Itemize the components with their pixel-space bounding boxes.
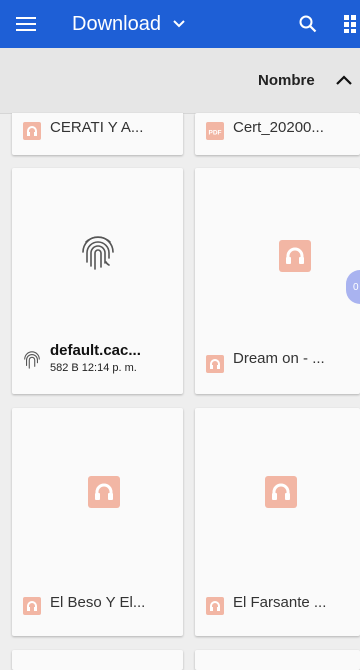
file-card[interactable]: [195, 650, 360, 670]
grid-view-icon[interactable]: [344, 14, 360, 34]
folder-selector[interactable]: Download: [72, 0, 185, 48]
audio-file-icon: [206, 597, 224, 615]
file-name: CERATI Y A...: [50, 119, 144, 136]
sort-by-button[interactable]: Nombre: [258, 72, 315, 89]
headphones-icon: [88, 476, 120, 508]
fast-scroll-label: 0: [353, 281, 359, 293]
headphones-icon: [265, 476, 297, 508]
pdf-file-icon: PDF: [206, 122, 224, 140]
audio-file-icon: [23, 597, 41, 615]
file-card[interactable]: CERATI Y A...: [12, 113, 183, 155]
fingerprint-icon: [81, 236, 114, 270]
file-name: Cert_20200...: [233, 119, 324, 136]
chevron-up-icon[interactable]: [336, 72, 360, 92]
file-card[interactable]: [12, 650, 183, 670]
file-name: Dream on - ...: [233, 350, 325, 367]
file-meta: 582 B 12:14 p. m.: [50, 362, 137, 374]
hamburger-menu-icon[interactable]: [12, 10, 40, 38]
audio-file-icon: [206, 355, 224, 373]
audio-file-icon: [23, 122, 41, 140]
file-name: El Farsante ...: [233, 594, 327, 611]
page-title: Download: [72, 12, 161, 35]
file-card[interactable]: El Beso Y El...: [12, 408, 183, 636]
headphones-icon: [279, 240, 311, 272]
file-card[interactable]: Dream on - ...: [195, 168, 360, 394]
sort-bar: Nombre: [0, 48, 360, 114]
file-card[interactable]: PDF Cert_20200...: [195, 113, 360, 155]
file-name: default.cac...: [50, 342, 141, 359]
fingerprint-icon: [24, 351, 40, 369]
file-card[interactable]: El Farsante ...: [195, 408, 360, 636]
file-card[interactable]: default.cac... 582 B 12:14 p. m.: [12, 168, 183, 394]
app-bar: Download: [0, 0, 360, 48]
pdf-badge: PDF: [209, 130, 222, 137]
search-icon[interactable]: [292, 8, 324, 40]
chevron-down-icon: [173, 20, 185, 28]
file-name: El Beso Y El...: [50, 594, 146, 611]
